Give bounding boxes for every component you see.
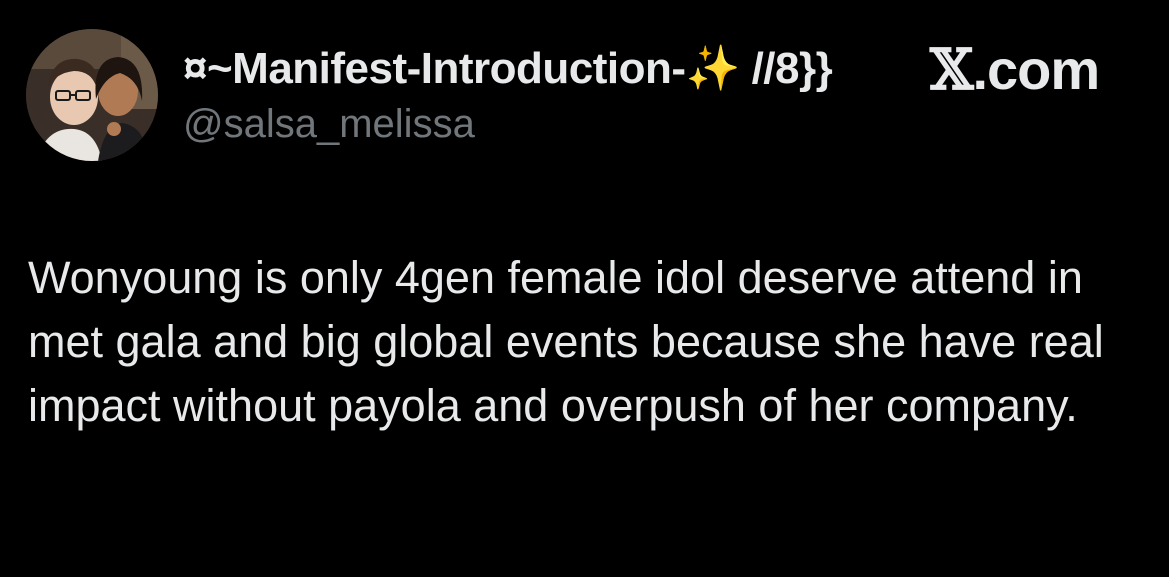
display-name-suffix: //8}}: [739, 44, 833, 93]
display-name-prefix: ¤~Manifest-Introduction-: [183, 44, 686, 93]
x-logo: 𝕏.com: [930, 37, 1100, 103]
x-logo-icon: 𝕏: [930, 37, 973, 103]
avatar[interactable]: [26, 29, 158, 161]
display-name[interactable]: ¤~Manifest-Introduction-✨ //8}}: [183, 44, 833, 94]
brand-domain: .com: [972, 38, 1100, 101]
user-handle[interactable]: @salsa_melissa: [183, 101, 475, 147]
sparkles-icon: ✨: [685, 44, 741, 93]
tweet-text: Wonyoung is only 4gen female idol deserv…: [28, 252, 1104, 431]
tweet-card: ¤~Manifest-Introduction-✨ //8}} @salsa_m…: [0, 0, 1169, 577]
